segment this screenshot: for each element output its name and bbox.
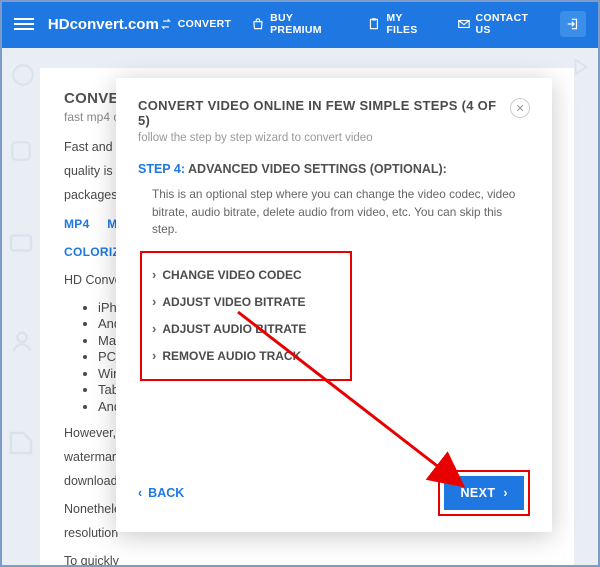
step-label: STEP 4: ADVANCED VIDEO SETTINGS (OPTIONA… <box>138 162 530 176</box>
top-bar: HDconvert.com CONVERT BUY PREMIUM MY FIL… <box>0 0 600 48</box>
chevron-right-icon: › <box>152 294 156 309</box>
chevron-right-icon: › <box>152 321 156 336</box>
nav-contact-us[interactable]: CONTACT US <box>457 12 547 36</box>
back-label: BACK <box>148 486 184 500</box>
signin-button[interactable] <box>560 11 586 37</box>
wizard-modal: CONVERT VIDEO ONLINE IN FEW SIMPLE STEPS… <box>116 78 552 532</box>
option-label: REMOVE AUDIO TRACK <box>162 349 301 363</box>
option-label: ADJUST AUDIO BITRATE <box>162 322 306 336</box>
nav-files-label: MY FILES <box>386 12 436 36</box>
chevron-left-icon: ‹ <box>138 486 142 500</box>
option-label: CHANGE VIDEO CODEC <box>162 268 301 282</box>
tab-mp4[interactable]: MP4 <box>64 217 90 231</box>
option-label: ADJUST VIDEO BITRATE <box>162 295 305 309</box>
chevron-right-icon: › <box>152 348 156 363</box>
option-adjust-audio-bitrate[interactable]: › ADJUST AUDIO BITRATE <box>152 315 340 342</box>
chevron-right-icon: › <box>152 267 156 282</box>
next-button-highlight: NEXT › <box>438 470 530 516</box>
swap-icon <box>159 17 173 31</box>
option-adjust-video-bitrate[interactable]: › ADJUST VIDEO BITRATE <box>152 288 340 315</box>
mail-icon <box>457 17 471 31</box>
close-button[interactable]: ✕ <box>510 98 530 118</box>
modal-title: CONVERT VIDEO ONLINE IN FEW SIMPLE STEPS… <box>138 98 510 128</box>
nav-contact-label: CONTACT US <box>476 12 547 36</box>
nav-buy-premium[interactable]: BUY PREMIUM <box>251 12 347 36</box>
option-change-video-codec[interactable]: › CHANGE VIDEO CODEC <box>152 261 340 288</box>
step-number: STEP 4: <box>138 162 185 176</box>
nav-convert-label: CONVERT <box>178 18 231 30</box>
advanced-options-highlight: › CHANGE VIDEO CODEC › ADJUST VIDEO BITR… <box>140 251 352 381</box>
brand-title[interactable]: HDconvert.com <box>48 16 159 33</box>
chevron-right-icon: › <box>503 486 508 500</box>
top-nav: CONVERT BUY PREMIUM MY FILES CONTACT US <box>159 12 546 36</box>
nav-my-files[interactable]: MY FILES <box>367 12 436 36</box>
next-label: NEXT <box>460 486 495 500</box>
nav-convert[interactable]: CONVERT <box>159 12 231 36</box>
next-button[interactable]: NEXT › <box>444 476 524 510</box>
signin-icon <box>566 17 580 31</box>
option-remove-audio-track[interactable]: › REMOVE AUDIO TRACK <box>152 342 340 369</box>
close-icon: ✕ <box>515 102 524 115</box>
back-button[interactable]: ‹ BACK <box>138 486 184 500</box>
step-title: ADVANCED VIDEO SETTINGS (OPTIONAL): <box>188 162 447 176</box>
step-description: This is an optional step where you can c… <box>152 186 522 239</box>
modal-subtitle: follow the step by step wizard to conver… <box>138 132 510 144</box>
bag-icon <box>251 17 265 31</box>
clipboard-icon <box>367 17 381 31</box>
nav-buy-label: BUY PREMIUM <box>270 12 347 36</box>
menu-icon[interactable] <box>14 15 34 33</box>
